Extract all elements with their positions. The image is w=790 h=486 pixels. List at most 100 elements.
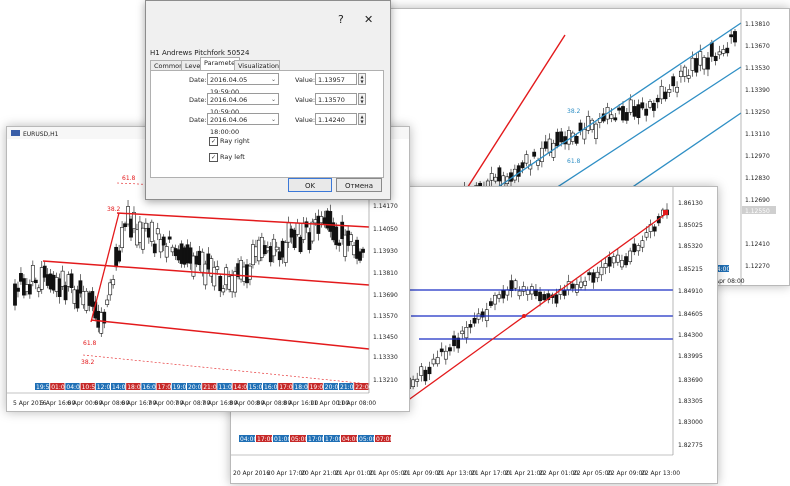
candle-body <box>464 326 469 339</box>
time-badge-label: 07:00 <box>376 436 393 443</box>
price-label: 1.13250 <box>745 109 770 116</box>
candle-body <box>349 234 354 242</box>
candle-body <box>628 99 633 113</box>
date-field-1[interactable]: 2016.04.05 19:59:00 ⌄ <box>207 73 279 96</box>
candle-body <box>334 226 339 246</box>
candle-body <box>725 47 730 54</box>
candle-body <box>729 34 734 38</box>
time-label: Apr 08:00 <box>715 278 745 285</box>
time-axis-left: 5 Apr 20165 Apr 16:006 Apr 00:006 Apr 08… <box>13 400 376 407</box>
candle-body <box>679 70 683 77</box>
candle-body <box>215 266 220 270</box>
value-field-2[interactable]: 1.13570 <box>315 93 357 105</box>
value-field-3[interactable]: 1.14240 <box>315 113 357 125</box>
date-label: Date: <box>189 96 207 104</box>
candle-body <box>419 366 424 376</box>
date-label: Date: <box>189 76 207 84</box>
candle-body <box>628 250 633 263</box>
candle-body <box>636 104 641 118</box>
ray-right-checkbox[interactable]: ✓ <box>209 137 218 146</box>
price-label: 1.12270 <box>745 263 770 270</box>
candle-body <box>640 240 645 248</box>
candle-body <box>524 154 529 164</box>
cancel-button[interactable]: Отмена <box>336 178 382 192</box>
date-field-3[interactable]: 2016.04.06 18:00:00 ⌄ <box>207 113 279 136</box>
chevron-down-icon[interactable]: ⌄ <box>271 74 276 86</box>
candle-body <box>721 49 726 54</box>
candle-body <box>709 42 714 57</box>
chevron-down-icon[interactable]: ⌄ <box>271 94 276 106</box>
price-axis-back: 1.13810 1.13670 1.13530 1.13390 1.13250 … <box>742 21 776 270</box>
value-field-1[interactable]: 1.13957 <box>315 73 357 85</box>
candle-body <box>648 101 652 108</box>
date-field-value: 2016.04.06 18:00:00 <box>210 116 248 136</box>
candle-body <box>655 97 660 103</box>
right-candles <box>407 203 669 394</box>
candle-body <box>575 284 579 293</box>
value-spinner-1[interactable]: ▲ ▼ <box>358 73 366 85</box>
price-label: 1.13690 <box>373 292 398 299</box>
ray-left-checkbox[interactable]: ✓ <box>209 153 218 162</box>
candle-body <box>667 89 672 93</box>
candle-body <box>539 147 544 162</box>
price-label: 1.14170 <box>373 203 398 210</box>
help-button[interactable]: ? <box>338 13 344 26</box>
price-label: 1.13570 <box>373 313 398 320</box>
candle-body <box>427 366 432 375</box>
candle-body <box>221 288 226 293</box>
price-label: 1.84605 <box>678 311 703 318</box>
candle-body <box>682 66 687 77</box>
price-label: 1.85215 <box>678 266 703 273</box>
price-label: 1.14050 <box>373 226 398 233</box>
candle-body <box>562 290 567 296</box>
candle-body <box>632 243 637 253</box>
left-candles <box>13 200 365 337</box>
candle-body <box>582 129 587 140</box>
candle-body <box>702 57 707 70</box>
chevron-down-icon[interactable]: ⌄ <box>271 114 276 126</box>
candle-body <box>640 102 645 109</box>
candle-body <box>570 283 575 289</box>
symbol-icon <box>11 130 20 136</box>
candle-body <box>547 138 552 153</box>
ray-left-label: Ray left <box>220 153 245 161</box>
candle-body <box>111 279 116 286</box>
candle-body <box>431 358 436 365</box>
price-label: 1.85025 <box>678 222 703 229</box>
fork-level-label: 38.2 <box>81 359 95 366</box>
candle-body <box>489 173 494 181</box>
price-label: 1.13210 <box>373 377 398 384</box>
dialog-title: H1 Andrews Pitchfork 50524 <box>150 49 250 57</box>
candle-body <box>493 176 498 182</box>
time-badge-label: 01:00 <box>274 436 291 443</box>
candle-body <box>472 317 477 324</box>
price-label: 1.13810 <box>373 270 398 277</box>
value-spinner-3[interactable]: ▲ ▼ <box>358 113 366 125</box>
candle-body <box>644 108 649 116</box>
candle-body <box>694 58 699 73</box>
candle-body <box>644 232 649 238</box>
close-icon[interactable]: ✕ <box>364 13 373 26</box>
candle-body <box>489 301 493 306</box>
price-label: 1.13110 <box>745 131 770 138</box>
value-spinner-2[interactable]: ▲ ▼ <box>358 93 366 105</box>
time-badge-label: 05:00 <box>291 436 308 443</box>
candle-body <box>659 85 664 100</box>
fork-level-dotted-lower <box>82 354 370 385</box>
candle-body <box>161 236 166 246</box>
price-label: 1.13930 <box>373 248 398 255</box>
price-axis-right: 1.86130 1.85025 1.85320 1.85215 1.84910 … <box>678 200 703 449</box>
candle-body <box>248 265 252 280</box>
candle-body <box>415 378 420 382</box>
candle-body <box>555 131 560 147</box>
candle-body <box>579 281 583 288</box>
candle-body <box>30 265 35 282</box>
price-label: 1.83690 <box>678 377 703 384</box>
candle-body <box>509 280 514 291</box>
ok-button[interactable]: OK <box>288 178 332 192</box>
parameters-panel: Date: 2016.04.05 19:59:00 ⌄ Value: 1.1395… <box>150 70 384 178</box>
date-field-2[interactable]: 2016.04.06 10:59:00 ⌄ <box>207 93 279 116</box>
candle-body <box>443 350 448 360</box>
price-label: 1.12970 <box>745 153 770 160</box>
time-badge-label: 04:00 <box>342 436 359 443</box>
